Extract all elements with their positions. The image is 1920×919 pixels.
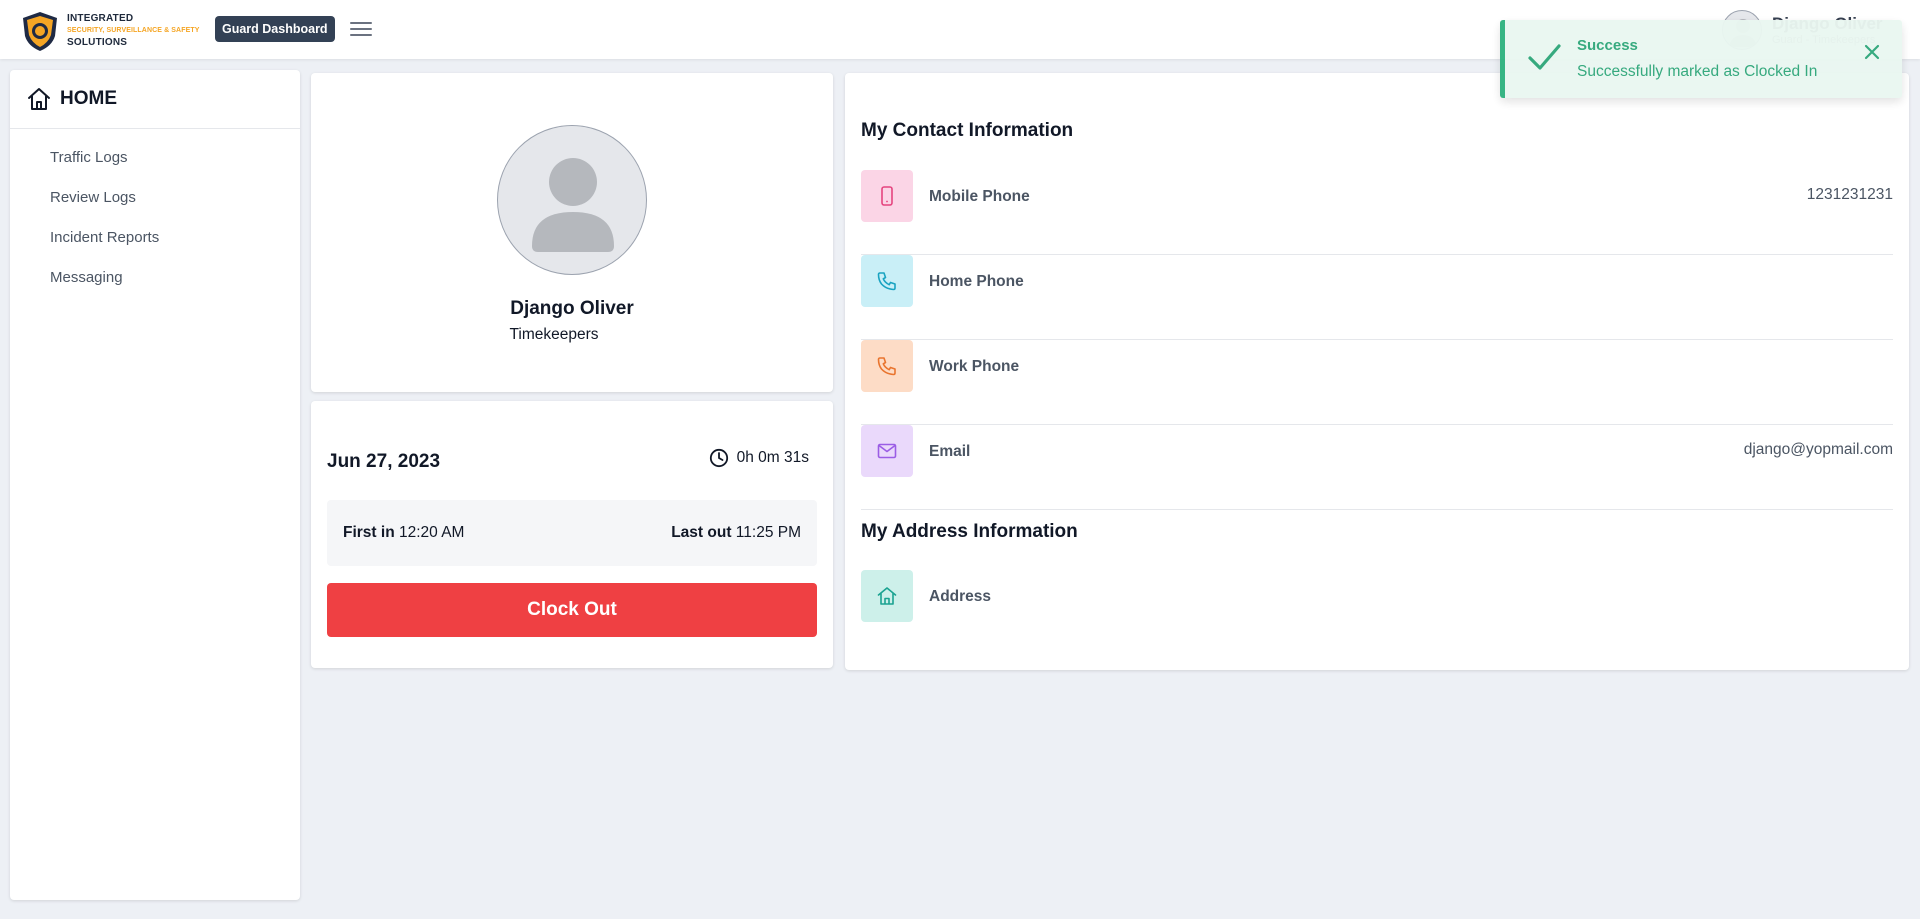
contact-row-home-phone: Home Phone bbox=[861, 255, 1893, 340]
address-row: Address bbox=[861, 570, 1893, 655]
phone-icon bbox=[861, 255, 913, 307]
timecard: Jun 27, 2023 0h 0m 31s First in 12:20 AM… bbox=[311, 401, 833, 668]
profile-card: Django Oliver Timekeepers bbox=[311, 73, 833, 392]
last-out-value: 11:25 PM bbox=[735, 524, 801, 541]
shift-date: Jun 27, 2023 bbox=[327, 451, 441, 472]
duration-value: 0h 0m 31s bbox=[736, 449, 809, 466]
guard-dashboard-badge[interactable]: Guard Dashboard bbox=[215, 16, 335, 42]
shield-logo-icon bbox=[23, 11, 57, 51]
contact-card: My Contact Information Mobile Phone 1231… bbox=[845, 73, 1909, 670]
profile-role: Timekeepers bbox=[509, 326, 599, 343]
mail-icon bbox=[861, 425, 913, 477]
sidebar-item-traffic-logs[interactable]: Traffic Logs bbox=[10, 137, 300, 177]
contact-value: 1231231231 bbox=[1806, 186, 1893, 203]
logo-line-2: SECURITY, SURVEILLANCE & SAFETY bbox=[67, 26, 200, 34]
contact-label: Work Phone bbox=[929, 358, 1020, 375]
clock-icon bbox=[709, 448, 728, 468]
first-in-label: First in bbox=[343, 524, 395, 541]
toast-title: Success bbox=[1577, 37, 1638, 54]
first-in-value: 12:20 AM bbox=[398, 524, 465, 541]
brand-logo[interactable]: INTEGRATED SECURITY, SURVEILLANCE & SAFE… bbox=[19, 9, 200, 52]
contact-row-mobile-phone: Mobile Phone 1231231231 bbox=[861, 170, 1893, 255]
last-out-label: Last out bbox=[671, 524, 732, 541]
contact-label: Home Phone bbox=[929, 273, 1024, 290]
address-label: Address bbox=[929, 588, 992, 605]
success-toast: Success Successfully marked as Clocked I… bbox=[1500, 20, 1902, 98]
profile-name: Django Oliver bbox=[510, 298, 634, 319]
contact-value: django@yopmail.com bbox=[1743, 441, 1893, 458]
menu-toggle-icon[interactable] bbox=[350, 17, 374, 41]
contact-row-work-phone: Work Phone bbox=[861, 340, 1893, 425]
phone-icon bbox=[861, 340, 913, 392]
last-out: Last out 11:25 PM bbox=[671, 524, 801, 542]
sidebar-nav: Traffic Logs Review Logs Incident Report… bbox=[10, 129, 300, 297]
contact-row-email: Email django@yopmail.com bbox=[861, 425, 1893, 510]
sidebar-item-messaging[interactable]: Messaging bbox=[10, 257, 300, 297]
sidebar-title: HOME bbox=[60, 88, 117, 109]
profile-avatar bbox=[497, 125, 647, 275]
home-icon bbox=[861, 570, 913, 622]
contact-section-title: My Contact Information bbox=[861, 120, 1074, 141]
address-section-title: My Address Information bbox=[861, 521, 1078, 542]
logo-line-1: INTEGRATED bbox=[67, 12, 134, 24]
person-icon bbox=[532, 158, 614, 252]
clock-out-button[interactable]: Clock Out bbox=[327, 583, 817, 637]
contact-label: Mobile Phone bbox=[929, 188, 1030, 205]
logo-text: INTEGRATED SECURITY, SURVEILLANCE & SAFE… bbox=[67, 13, 200, 49]
sidebar-item-incident-reports[interactable]: Incident Reports bbox=[10, 217, 300, 257]
check-icon bbox=[1528, 44, 1561, 70]
home-icon bbox=[28, 88, 50, 110]
sidebar-item-review-logs[interactable]: Review Logs bbox=[10, 177, 300, 217]
sidebar-home[interactable]: HOME bbox=[10, 70, 300, 129]
sidebar: HOME Traffic Logs Review Logs Incident R… bbox=[10, 70, 300, 900]
shift-duration: 0h 0m 31s bbox=[709, 448, 809, 468]
contact-label: Email bbox=[929, 443, 971, 460]
first-in: First in 12:20 AM bbox=[343, 524, 464, 542]
mobile-icon bbox=[861, 170, 913, 222]
logo-line-3: SOLUTIONS bbox=[67, 36, 128, 48]
toast-message: Successfully marked as Clocked In bbox=[1577, 63, 1818, 80]
clock-times: First in 12:20 AM Last out 11:25 PM bbox=[327, 500, 817, 566]
close-icon[interactable] bbox=[1860, 40, 1884, 64]
